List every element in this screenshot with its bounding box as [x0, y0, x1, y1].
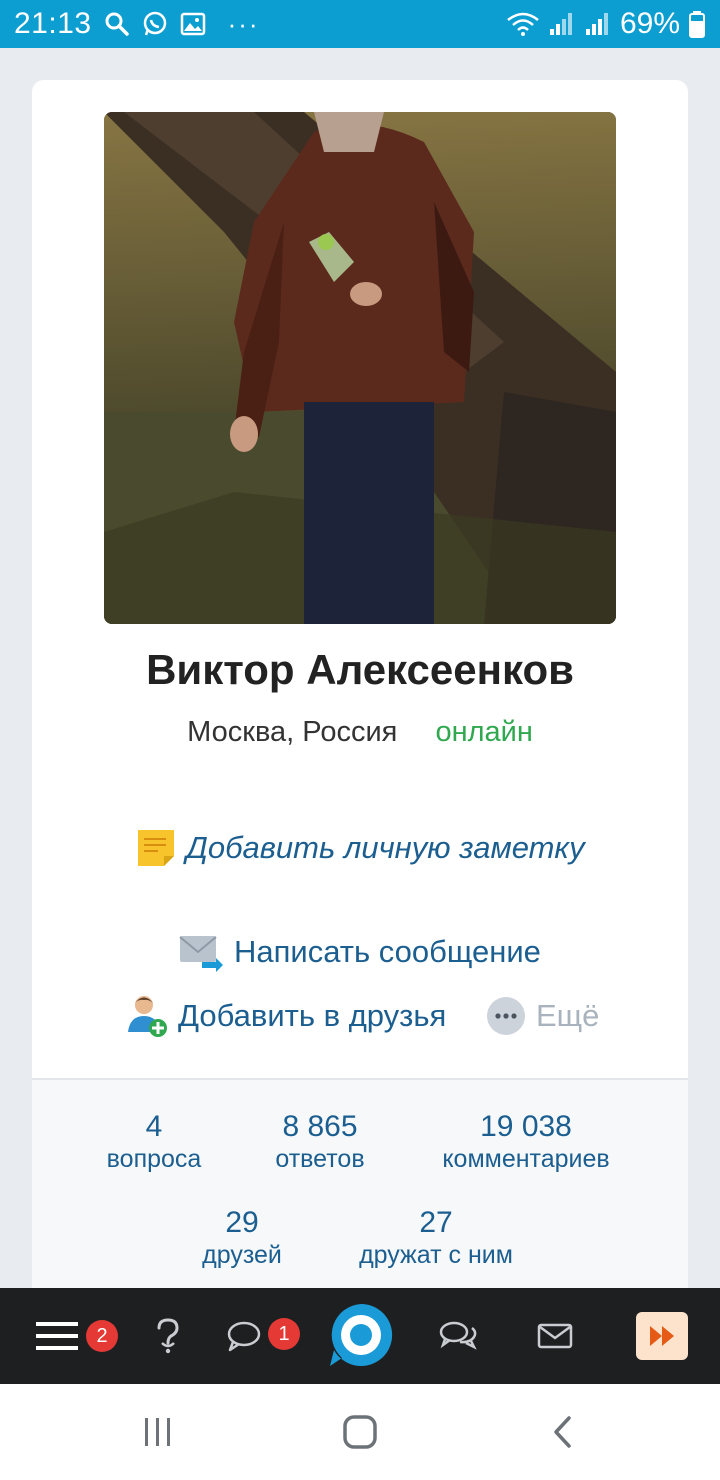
chat-icon [439, 1321, 477, 1350]
add-note-label: Добавить личную заметку [186, 830, 585, 865]
add-friend-icon [126, 994, 168, 1038]
stat-value: 4 [145, 1110, 163, 1143]
recent-apps-button[interactable] [138, 1412, 178, 1452]
stat-value: 29 [225, 1206, 259, 1239]
search-icon [104, 11, 130, 37]
comment-icon [227, 1321, 261, 1352]
menu-button[interactable] [30, 1312, 84, 1360]
online-status: онлайн [435, 716, 533, 748]
comments-button[interactable] [222, 1314, 266, 1358]
stat-label: вопроса [106, 1145, 202, 1173]
send-message-label: Написать сообщение [234, 934, 541, 969]
stat-comments[interactable]: 19 038 комментариев [426, 1110, 626, 1174]
add-note-button[interactable]: Добавить личную заметку [136, 828, 585, 868]
questions-button[interactable] [146, 1314, 190, 1358]
stat-value: 19 038 [480, 1110, 572, 1143]
more-label: Ещё [536, 998, 600, 1033]
stat-value: 8 865 [282, 1110, 358, 1143]
gallery-icon [180, 11, 206, 37]
recent-apps-icon [145, 1418, 170, 1446]
home-logo-icon [330, 1303, 393, 1366]
more-button[interactable]: Ещё [486, 996, 599, 1036]
status-bar: 21:13 ··· 69% [0, 0, 720, 48]
system-nav-bar [0, 1384, 720, 1480]
user-name: Виктор Алексеенков [146, 646, 574, 693]
battery-icon [688, 11, 706, 38]
profile-meta: Москва, Россия онлайн [32, 716, 688, 749]
back-arrow-icon [554, 1416, 571, 1448]
stat-label: ответов [275, 1145, 365, 1173]
stat-label: друзей [202, 1241, 282, 1269]
status-time: 21:13 [14, 7, 92, 40]
more-dots-icon [486, 996, 526, 1036]
home-system-button[interactable] [338, 1412, 382, 1452]
add-friend-label: Добавить в друзья [178, 998, 447, 1033]
question-icon [157, 1318, 179, 1354]
menu-icon [36, 1322, 78, 1350]
home-square-icon [343, 1415, 377, 1449]
stat-answers[interactable]: 8 865 ответов [260, 1110, 380, 1174]
back-button[interactable] [544, 1412, 580, 1452]
more-notifications-icon: ··· [227, 8, 260, 39]
feed-button[interactable] [636, 1312, 688, 1360]
app-bottom-nav: 2 1 [0, 1288, 720, 1384]
fast-forward-icon [636, 1312, 688, 1360]
menu-badge: 2 [86, 1320, 118, 1352]
battery-percent: 69% [619, 7, 680, 40]
whatsapp-icon [142, 11, 168, 37]
signal-icon [548, 11, 576, 37]
wifi-icon [506, 11, 540, 37]
send-message-button[interactable]: Написать сообщение [178, 932, 541, 972]
profile-photo[interactable] [104, 112, 616, 624]
user-location: Москва, Россия [187, 716, 398, 748]
sticky-note-icon [136, 828, 176, 868]
stats-panel: 4 вопроса 8 865 ответов 19 038 комментар… [32, 1078, 688, 1300]
stat-value: 27 [419, 1206, 453, 1239]
stat-friends[interactable]: 29 друзей [182, 1206, 302, 1270]
home-button[interactable] [328, 1302, 394, 1368]
stat-label: дружат с ним [359, 1241, 513, 1269]
stat-questions[interactable]: 4 вопроса [94, 1110, 214, 1174]
chats-button[interactable] [434, 1314, 482, 1358]
stat-followers[interactable]: 27 дружат с ним [336, 1206, 536, 1270]
mail-button[interactable] [532, 1314, 578, 1358]
comments-badge: 1 [268, 1318, 300, 1350]
add-friend-button[interactable]: Добавить в друзья [126, 994, 446, 1038]
signal-icon [584, 11, 612, 37]
envelope-send-icon [178, 932, 224, 972]
stat-label: комментариев [442, 1145, 610, 1173]
mail-icon [537, 1323, 573, 1349]
profile-card: Виктор Алексеенков Москва, Россия онлайн… [32, 80, 688, 1300]
